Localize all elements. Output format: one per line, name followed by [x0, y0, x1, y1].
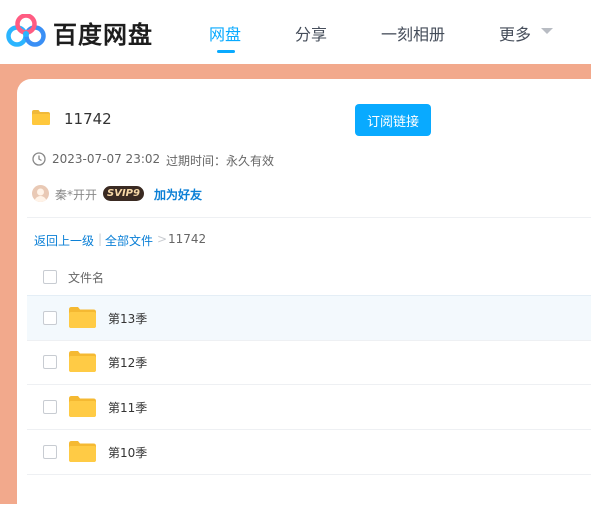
- folder-name[interactable]: 第11季: [108, 399, 147, 416]
- breadcrumb-arrow: >: [157, 232, 168, 246]
- top-nav-bar: 百度网盘 网盘 分享 一刻相册 更多: [0, 0, 591, 64]
- sharer-username[interactable]: 秦*开开: [55, 186, 97, 203]
- folder-name[interactable]: 第12季: [108, 354, 147, 371]
- row-checkbox[interactable]: [43, 400, 57, 414]
- nav-item-album[interactable]: 一刻相册: [381, 21, 445, 45]
- header-divider: [27, 217, 591, 218]
- list-item[interactable]: 第13季: [27, 295, 591, 341]
- brand-name: 百度网盘: [53, 21, 153, 49]
- back-link[interactable]: 返回上一级: [34, 232, 94, 249]
- folder-name[interactable]: 第13季: [108, 310, 147, 327]
- add-friend-link[interactable]: 加为好友: [154, 186, 202, 203]
- column-header-filename[interactable]: 文件名: [68, 269, 104, 286]
- breadcrumb-separator: |: [98, 232, 103, 246]
- chevron-down-icon[interactable]: [541, 28, 553, 34]
- svip-badge: SVIP9: [103, 186, 144, 201]
- row-checkbox[interactable]: [43, 355, 57, 369]
- folder-icon: [32, 110, 50, 125]
- nav-item-share[interactable]: 分享: [295, 21, 327, 45]
- all-files-link[interactable]: 全部文件: [105, 232, 153, 249]
- clock-icon: [32, 152, 46, 166]
- nav-active-underline: [217, 50, 235, 53]
- list-item[interactable]: 第11季: [27, 385, 591, 430]
- avatar[interactable]: [32, 185, 49, 202]
- nav-item-more[interactable]: 更多: [499, 21, 531, 45]
- subscribe-link-button[interactable]: 订阅链接: [355, 104, 431, 136]
- share-date: 2023-07-07 23:02: [52, 152, 161, 166]
- folder-icon: [69, 441, 96, 462]
- folder-name[interactable]: 第10季: [108, 444, 147, 461]
- select-all-checkbox[interactable]: [43, 270, 57, 284]
- expire-time: 过期时间：永久有效: [166, 154, 275, 168]
- row-checkbox[interactable]: [43, 445, 57, 459]
- folder-icon: [69, 307, 96, 328]
- folder-icon: [69, 396, 96, 417]
- list-item[interactable]: 第10季: [27, 430, 591, 475]
- folder-icon: [69, 351, 96, 372]
- breadcrumb-current: 11742: [168, 232, 207, 246]
- nav-item-netdisk[interactable]: 网盘: [209, 21, 241, 45]
- share-title: 11742: [64, 110, 112, 128]
- list-item[interactable]: 第12季: [27, 340, 591, 385]
- baidu-netdisk-logo[interactable]: [6, 14, 46, 50]
- row-checkbox[interactable]: [43, 311, 57, 325]
